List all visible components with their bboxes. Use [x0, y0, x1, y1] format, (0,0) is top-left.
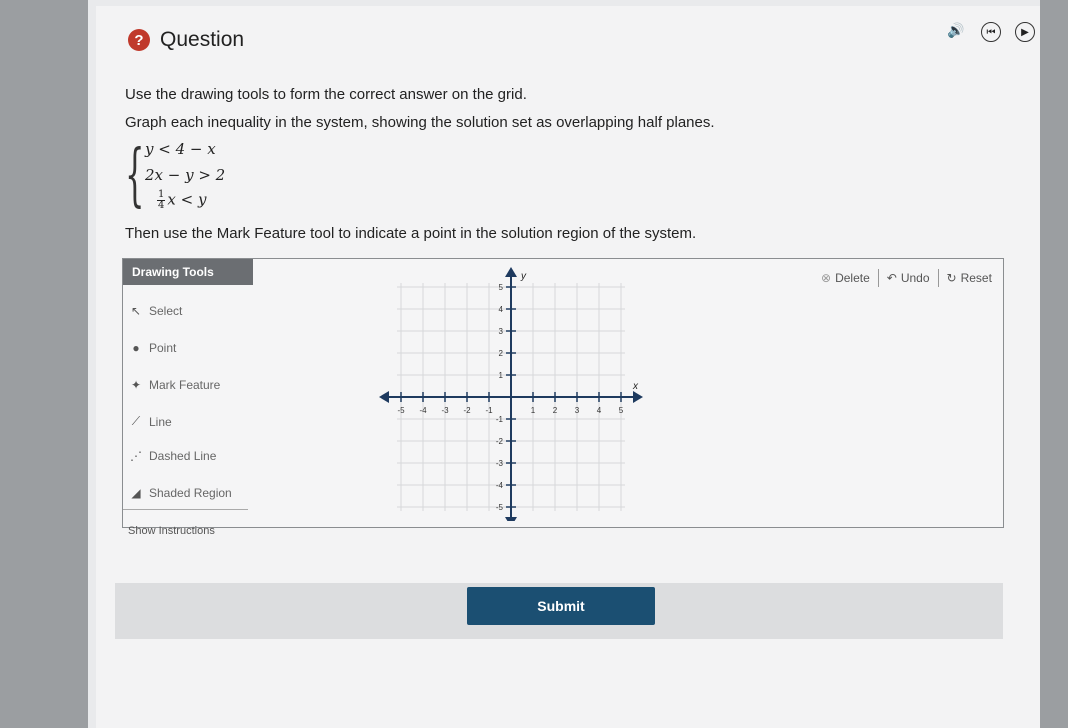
x-tick-label: -1	[485, 406, 493, 415]
x-tick-label: 4	[597, 406, 602, 415]
dashed-line-icon: ⋰	[130, 449, 142, 463]
x-tick-label: 1	[531, 406, 536, 415]
y-tick-label: -1	[496, 415, 504, 424]
fraction-one-quarter: 1 4	[157, 189, 166, 211]
tool-label: Mark Feature	[149, 378, 221, 392]
tool-dashed-line[interactable]: ⋰ Dashed Line	[129, 449, 216, 463]
instruction-line-3: Then use the Mark Feature tool to indica…	[125, 225, 697, 242]
tool-select[interactable]: ↖ Select	[129, 304, 182, 318]
y-tick-label: -3	[496, 459, 504, 468]
y-tick-label: 2	[499, 349, 504, 358]
delete-icon: ⊗	[821, 271, 832, 285]
y-axis-arrow-down	[505, 517, 517, 521]
tool-shaded-region[interactable]: ◢ Shaded Region	[129, 486, 232, 500]
y-tick-label: -5	[496, 503, 504, 512]
y-axis-arrow-up	[505, 267, 517, 277]
coordinate-grid[interactable]: -5 -4 -3 -2 -1 1 2 3 4 5 5 4 3 2 1 -1 -2 -3 -4 -5 x y	[379, 259, 649, 521]
tool-mark-feature[interactable]: ✦ Mark Feature	[129, 378, 220, 392]
tool-label: Line	[149, 414, 172, 429]
shaded-region-icon: ◢	[131, 486, 141, 500]
action-bar: ⊗ Delete ↶ Undo ↻ Reset	[813, 269, 1000, 287]
inequality-1: y < 4 − x	[145, 140, 216, 158]
inequality-3: 1 4 x < y	[157, 189, 207, 211]
line-icon: ⟋	[131, 414, 141, 428]
y-tick-label: 3	[499, 327, 504, 336]
x-tick-label: -3	[441, 406, 449, 415]
y-tick-label: 4	[499, 305, 504, 314]
point-icon: ●	[132, 341, 140, 355]
x-tick-label: 2	[553, 406, 558, 415]
instruction-line-1: Use the drawing tools to form the correc…	[125, 86, 527, 103]
question-badge: ?	[128, 29, 150, 51]
mark-feature-icon: ✦	[130, 378, 142, 392]
tool-label: Shaded Region	[149, 486, 232, 500]
delete-button[interactable]: ⊗ Delete	[813, 269, 878, 287]
tool-point[interactable]: ● Point	[129, 341, 176, 355]
x-tick-label: 5	[619, 406, 624, 415]
y-tick-label: -2	[496, 437, 504, 446]
inequality-2: 2x − y > 2	[145, 166, 226, 184]
question-header: ? Question	[128, 28, 244, 52]
y-axis-label: y	[520, 271, 527, 282]
x-axis-arrow-right	[633, 391, 643, 403]
inequality-system: { y < 4 − x 2x − y > 2 1 4 x < y	[125, 138, 285, 218]
y-tick-label: 1	[499, 371, 504, 380]
x-axis-label: x	[632, 381, 639, 392]
tools-divider	[123, 509, 248, 510]
header-icons: 🔊 ⏮ ▶	[945, 22, 1035, 42]
question-title: Question	[160, 28, 245, 51]
y-tick-label: 5	[499, 283, 504, 292]
x-axis-arrow-left	[379, 391, 389, 403]
x-tick-label: 3	[575, 406, 580, 415]
graph-workspace: Drawing Tools ↖ Select ● Point ✦ Mark Fe…	[122, 258, 1004, 528]
show-instructions-link[interactable]: Show Instructions	[128, 525, 215, 537]
x-tick-label: -5	[397, 406, 405, 415]
reset-button[interactable]: ↻ Reset	[937, 269, 1000, 287]
system-brace: {	[125, 136, 145, 215]
drawing-tools-heading: Drawing Tools	[123, 259, 253, 285]
speaker-icon[interactable]: 🔊	[945, 22, 967, 42]
tool-label: Point	[149, 341, 177, 355]
play-icon[interactable]: ▶	[1015, 22, 1035, 42]
undo-icon: ↶	[886, 271, 897, 285]
reset-icon: ↻	[946, 271, 957, 285]
undo-button[interactable]: ↶ Undo	[877, 269, 938, 287]
tool-label: Select	[149, 304, 183, 318]
select-icon: ↖	[130, 304, 142, 318]
restart-icon[interactable]: ⏮	[981, 22, 1001, 42]
x-tick-label: -4	[419, 406, 427, 415]
tool-line[interactable]: ⟋ Line	[129, 414, 172, 429]
tool-label: Dashed Line	[149, 449, 217, 463]
x-tick-label: -2	[463, 406, 471, 415]
y-tick-label: -4	[496, 481, 504, 490]
instruction-line-2: Graph each inequality in the system, sho…	[125, 114, 715, 131]
submit-button[interactable]: Submit	[467, 587, 655, 625]
